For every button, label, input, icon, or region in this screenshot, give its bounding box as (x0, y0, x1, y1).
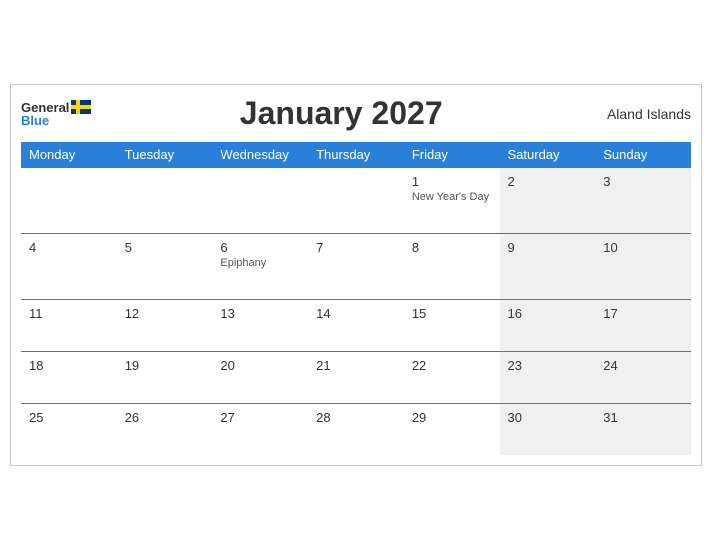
calendar-cell: 19 (117, 352, 213, 404)
calendar-cell: 9 (500, 234, 596, 300)
calendar-cell: 5 (117, 234, 213, 300)
col-wednesday: Wednesday (212, 142, 308, 168)
day-number: 18 (29, 358, 109, 373)
calendar-cell: 16 (500, 300, 596, 352)
day-number: 2 (508, 174, 588, 189)
calendar-week-row: 1 New Year's Day 23 (21, 168, 691, 234)
calendar-cell: 15 (404, 300, 500, 352)
calendar-cell: 23 (500, 352, 596, 404)
calendar-cell: 25 (21, 404, 117, 456)
day-number: 25 (29, 410, 109, 425)
calendar-title: January 2027 (91, 95, 591, 132)
day-number: 6 (220, 240, 300, 255)
day-number: 5 (125, 240, 205, 255)
day-number: 15 (412, 306, 492, 321)
calendar-cell: 30 (500, 404, 596, 456)
day-number: 11 (29, 306, 109, 321)
day-number: 19 (125, 358, 205, 373)
calendar-week-row: 18 19 20 21 22 23 24 (21, 352, 691, 404)
day-number: 10 (603, 240, 683, 255)
day-number: 21 (316, 358, 396, 373)
day-number: 12 (125, 306, 205, 321)
calendar-cell: 13 (212, 300, 308, 352)
calendar-week-row: 25 26 27 28 29 30 31 (21, 404, 691, 456)
day-number: 14 (316, 306, 396, 321)
calendar-cell (308, 168, 404, 234)
region-label: Aland Islands (591, 106, 691, 122)
col-monday: Monday (21, 142, 117, 168)
calendar-cell: 24 (595, 352, 691, 404)
day-number: 23 (508, 358, 588, 373)
calendar-cell: 20 (212, 352, 308, 404)
logo-blue-text: Blue (21, 114, 49, 127)
calendar-cell: 4 (21, 234, 117, 300)
day-number: 31 (603, 410, 683, 425)
calendar-cell: 14 (308, 300, 404, 352)
calendar-header-row: Monday Tuesday Wednesday Thursday Friday… (21, 142, 691, 168)
calendar-container: General Blue January 2027 Aland Islands … (10, 84, 702, 466)
day-number: 28 (316, 410, 396, 425)
calendar-cell (212, 168, 308, 234)
calendar-cell: 18 (21, 352, 117, 404)
day-number: 7 (316, 240, 396, 255)
holiday-label: Epiphany (220, 257, 300, 269)
day-number: 3 (603, 174, 683, 189)
day-number: 26 (125, 410, 205, 425)
day-number: 13 (220, 306, 300, 321)
logo-general-text: General (21, 101, 69, 114)
day-number: 20 (220, 358, 300, 373)
calendar-cell: 11 (21, 300, 117, 352)
day-number: 30 (508, 410, 588, 425)
calendar-cell: 17 (595, 300, 691, 352)
logo-flag-icon (71, 100, 91, 114)
col-saturday: Saturday (500, 142, 596, 168)
holiday-label: New Year's Day (412, 191, 492, 203)
calendar-cell: 6 Epiphany (212, 234, 308, 300)
day-number: 8 (412, 240, 492, 255)
calendar-cell (117, 168, 213, 234)
day-number: 9 (508, 240, 588, 255)
calendar-cell (21, 168, 117, 234)
day-number: 17 (603, 306, 683, 321)
calendar-cell: 21 (308, 352, 404, 404)
calendar-cell: 1 New Year's Day (404, 168, 500, 234)
calendar-cell: 31 (595, 404, 691, 456)
col-thursday: Thursday (308, 142, 404, 168)
calendar-table: Monday Tuesday Wednesday Thursday Friday… (21, 142, 691, 455)
calendar-cell: 28 (308, 404, 404, 456)
calendar-cell: 3 (595, 168, 691, 234)
calendar-cell: 27 (212, 404, 308, 456)
day-number: 1 (412, 174, 492, 189)
day-number: 22 (412, 358, 492, 373)
logo: General Blue (21, 100, 91, 127)
calendar-week-row: 11 12 13 14 15 16 17 (21, 300, 691, 352)
col-tuesday: Tuesday (117, 142, 213, 168)
day-number: 29 (412, 410, 492, 425)
calendar-header: General Blue January 2027 Aland Islands (21, 95, 691, 132)
calendar-cell: 8 (404, 234, 500, 300)
day-number: 27 (220, 410, 300, 425)
col-sunday: Sunday (595, 142, 691, 168)
col-friday: Friday (404, 142, 500, 168)
calendar-cell: 26 (117, 404, 213, 456)
calendar-cell: 7 (308, 234, 404, 300)
day-number: 16 (508, 306, 588, 321)
calendar-cell: 2 (500, 168, 596, 234)
calendar-cell: 10 (595, 234, 691, 300)
calendar-cell: 12 (117, 300, 213, 352)
calendar-week-row: 4 56 Epiphany 7 8 9 10 (21, 234, 691, 300)
calendar-cell: 22 (404, 352, 500, 404)
calendar-cell: 29 (404, 404, 500, 456)
day-number: 24 (603, 358, 683, 373)
day-number: 4 (29, 240, 109, 255)
